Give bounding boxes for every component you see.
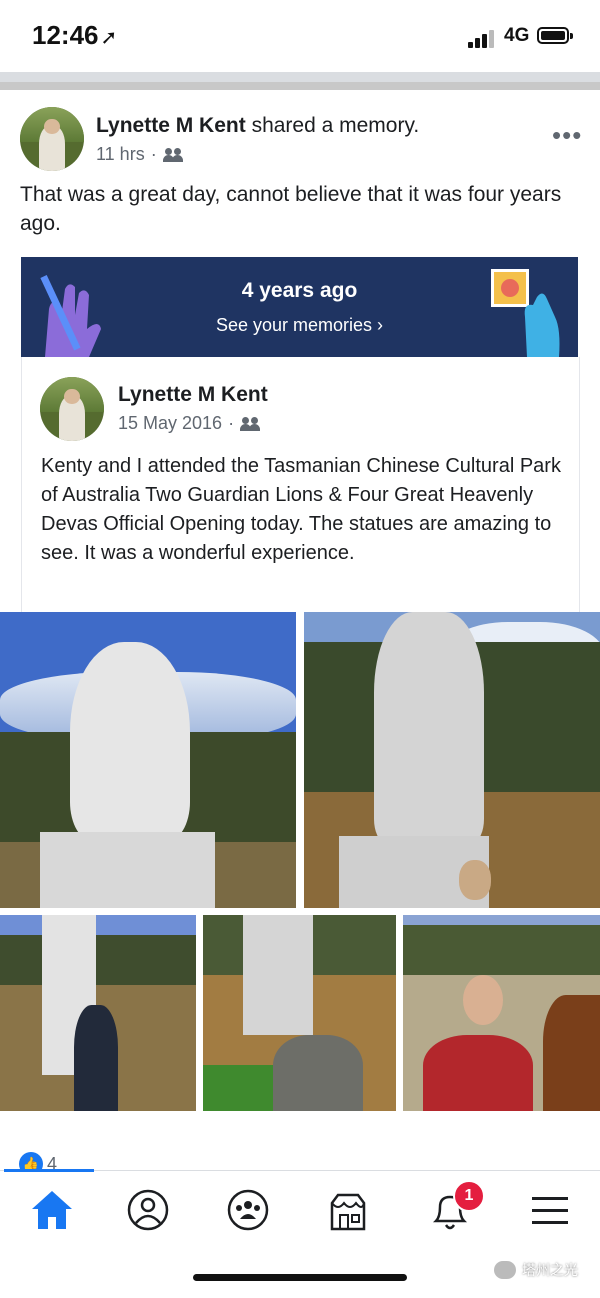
clock: 12:46 ➚ <box>32 20 118 50</box>
battery-icon <box>537 27 573 44</box>
shared-post-date[interactable]: 15 May 2016 <box>118 413 222 434</box>
signal-icon <box>468 30 496 48</box>
author-name[interactable]: Lynette M Kent <box>96 114 246 137</box>
photo-guardian-lion[interactable] <box>0 612 296 908</box>
post-header: Lynette M Kent shared a memory. <box>96 114 419 138</box>
shared-post-text: Kenty and I attended the Tasmanian Chine… <box>41 455 561 564</box>
profile-icon[interactable] <box>118 1185 178 1235</box>
friends-privacy-icon[interactable] <box>240 416 261 431</box>
home-indicator[interactable] <box>193 1274 407 1281</box>
post-action: shared a memory. <box>245 114 420 137</box>
photo-man-with-lion[interactable] <box>0 915 196 1111</box>
groups-icon[interactable] <box>218 1185 278 1235</box>
post-time[interactable]: 11 hrs <box>96 144 145 165</box>
post-text: That was a great day, cannot believe tha… <box>20 183 562 235</box>
memory-banner[interactable]: 4 years ago See your memories › <box>21 257 578 357</box>
watermark: 塔州之光 <box>494 1260 578 1280</box>
post-card: Lynette M Kent shared a memory. 11 hrs ·… <box>0 90 600 1176</box>
photo-woman-with-statue[interactable] <box>203 915 396 1111</box>
shared-author-name[interactable]: Lynette M Kent <box>118 383 268 407</box>
network-type: 4G <box>504 25 530 46</box>
friends-privacy-icon[interactable] <box>162 147 183 162</box>
active-tab-indicator <box>4 1169 94 1172</box>
shared-author-avatar[interactable] <box>40 377 104 441</box>
marketplace-icon[interactable] <box>318 1185 378 1235</box>
wechat-logo-icon <box>494 1261 516 1279</box>
photo-monks-clapping[interactable] <box>403 915 600 1111</box>
menu-icon[interactable] <box>520 1185 580 1235</box>
location-arrow-icon: ➚ <box>100 27 118 49</box>
home-icon[interactable] <box>22 1185 82 1235</box>
post-meta: 11 hrs · <box>96 144 183 165</box>
notification-count-badge: 1 <box>453 1180 485 1212</box>
watermark-text: 塔州之光 <box>522 1262 578 1278</box>
hand-photo-icon <box>491 269 560 357</box>
feed-separator <box>0 72 600 90</box>
more-options-icon[interactable]: ••• <box>552 120 582 151</box>
photo-heavenly-deva[interactable] <box>304 612 600 908</box>
author-avatar[interactable] <box>20 107 84 171</box>
shared-post[interactable]: Lynette M Kent 15 May 2016 · Kenty and I… <box>21 357 580 612</box>
status-bar: 12:46 ➚ 4G <box>0 0 600 72</box>
shared-post-meta: 15 May 2016 · <box>118 413 261 434</box>
